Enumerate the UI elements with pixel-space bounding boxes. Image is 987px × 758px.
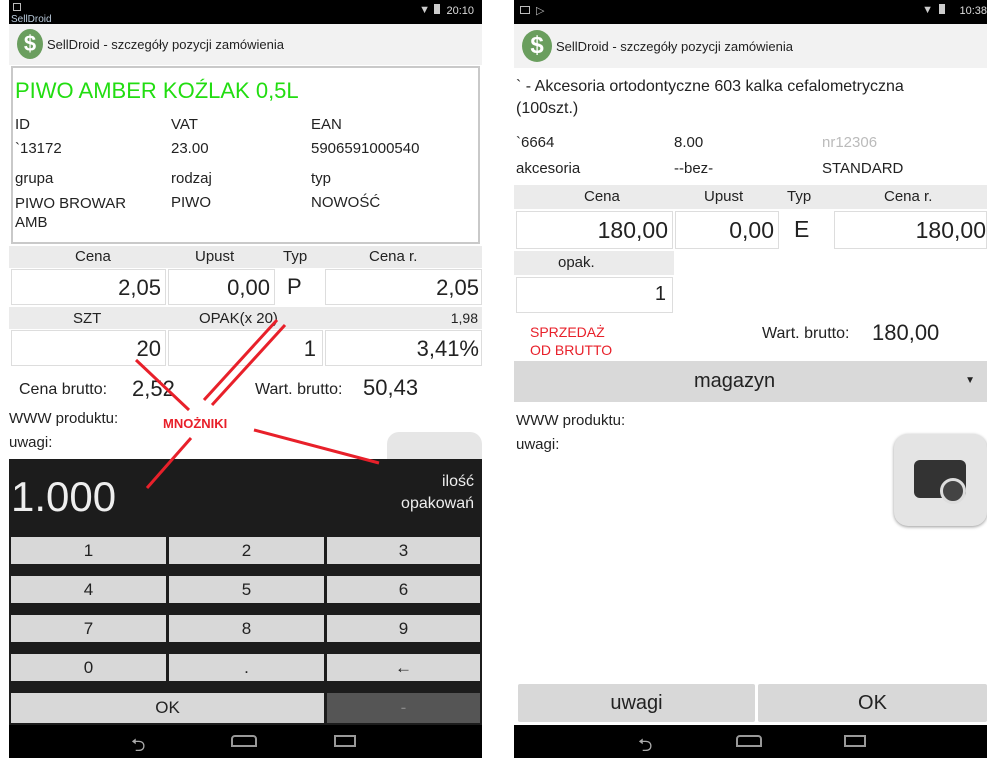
- left-screen: SellDroid ▼ 20:10 $ SellDroid - szczegół…: [9, 0, 482, 758]
- upust-header: Upust: [704, 188, 744, 205]
- vat-value: 8.00: [674, 134, 704, 151]
- cena-field[interactable]: 180,00: [516, 211, 673, 249]
- magazyn-dropdown[interactable]: magazyn ▼: [514, 361, 987, 402]
- sprzedaz-row: SPRZEDAŻ OD BRUTTO Wart. brutto: 180,00: [514, 318, 987, 358]
- sprzedaz-label-1: SPRZEDAŻ: [530, 324, 605, 340]
- sprzedaz-label-2: OD BRUTTO: [530, 342, 613, 358]
- mnozniki-annotation: MNOŻNIKI: [163, 416, 228, 431]
- id-value: `6664: [516, 134, 555, 151]
- arrow-to-display: [145, 437, 193, 489]
- typ-value[interactable]: E: [794, 216, 809, 243]
- nav-bar: ⮌: [9, 725, 482, 758]
- uwagi-label: uwagi:: [516, 436, 560, 453]
- annotation-overlay: [134, 318, 380, 489]
- magazyn-value: magazyn: [694, 370, 776, 392]
- grupa-value: akcesoria: [516, 160, 581, 177]
- arrow-to-opak-2: [210, 323, 287, 407]
- rodzaj-value: --bez-: [674, 160, 714, 177]
- opak-value: 1: [654, 283, 666, 305]
- page-title: SellDroid - szczegóły pozycji zamówienia: [556, 39, 793, 54]
- battery-icon: [939, 4, 945, 14]
- arrow-to-opak-1: [202, 318, 279, 402]
- upust-field[interactable]: 0,00: [675, 211, 779, 249]
- opak-header-row: opak.: [514, 251, 674, 275]
- back-icon[interactable]: ⮌: [131, 733, 145, 758]
- cena-r-field[interactable]: 180,00: [834, 211, 987, 249]
- recents-icon[interactable]: [844, 735, 866, 747]
- product-name-line2: (100szt.): [516, 100, 579, 117]
- camera-button[interactable]: [894, 434, 987, 526]
- recents-icon[interactable]: [334, 735, 356, 747]
- camera-lens-icon: [940, 478, 966, 504]
- back-icon[interactable]: ⮌: [638, 733, 652, 758]
- typ-header: Typ: [787, 188, 812, 205]
- typ-value: STANDARD: [822, 160, 904, 177]
- price-header-row: Cena Upust Typ Cena r.: [514, 185, 987, 209]
- home-icon[interactable]: [231, 735, 257, 747]
- www-label: WWW produktu:: [516, 412, 626, 429]
- cena-r-header: Cena r.: [884, 188, 933, 205]
- ok-button[interactable]: OK: [758, 684, 987, 722]
- opak-header: opak.: [558, 254, 595, 271]
- opak-field[interactable]: 1: [516, 277, 673, 313]
- product-name-line1: ` - Akcesoria ortodontyczne 603 kalka ce…: [516, 78, 904, 95]
- arrow-to-ilosc: [253, 428, 380, 465]
- cena-value: 180,00: [597, 217, 668, 243]
- play-icon: ▷: [536, 5, 545, 17]
- nav-bar: ⮌: [514, 725, 987, 758]
- home-icon[interactable]: [736, 735, 762, 747]
- wifi-icon: ▼: [922, 4, 933, 16]
- clock: 10:38: [959, 5, 987, 17]
- screenshot-icon: [520, 6, 530, 14]
- right-screen: ▷ ▼ 10:38 $ SellDroid - szczegóły pozycj…: [514, 0, 987, 758]
- wart-brutto-value: 180,00: [872, 320, 940, 345]
- product-info-panel: ` - Akcesoria ortodontyczne 603 kalka ce…: [514, 70, 987, 182]
- title-bar: $ SellDroid - szczegóły pozycji zamówien…: [514, 24, 987, 68]
- nr-value: nr12306: [822, 134, 878, 151]
- upust-value: 0,00: [729, 217, 774, 243]
- uwagi-button[interactable]: uwagi: [518, 684, 755, 722]
- cena-header: Cena: [584, 188, 620, 205]
- cena-r-value: 180,00: [915, 217, 986, 243]
- dollar-logo-icon: $: [522, 30, 552, 62]
- status-bar: ▷ ▼ 10:38: [514, 0, 987, 24]
- dropdown-arrow-icon: ▼: [965, 375, 975, 386]
- arrow-to-szt: [134, 358, 191, 412]
- wart-brutto-label: Wart. brutto:: [762, 325, 850, 342]
